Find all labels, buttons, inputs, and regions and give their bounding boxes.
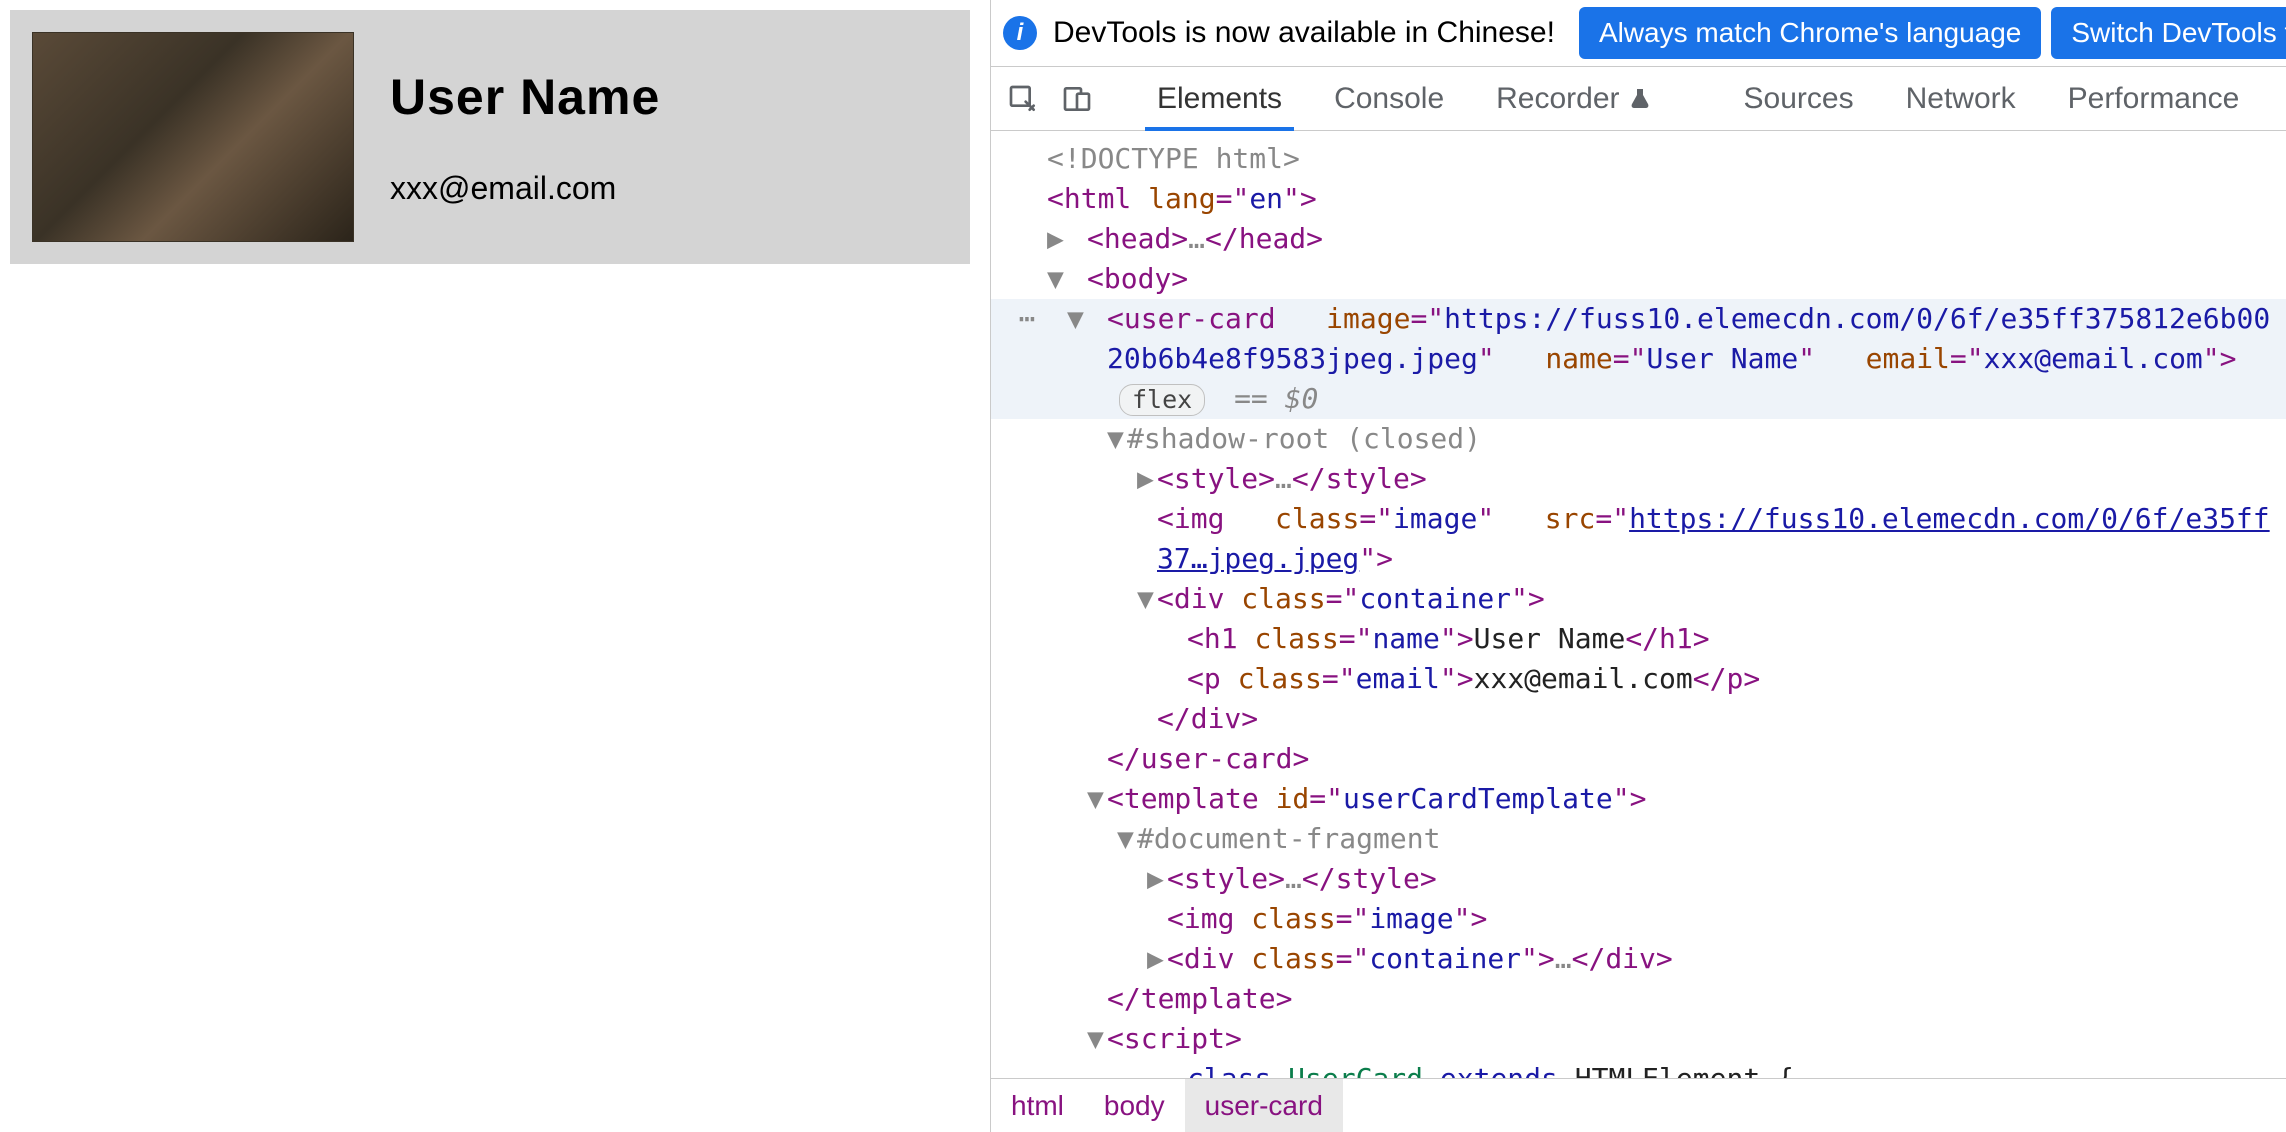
dom-line-p[interactable]: <p class="email">xxx@email.com</p> <box>991 659 2286 699</box>
user-email: xxx@email.com <box>390 170 660 207</box>
dom-line-html-open[interactable]: <html lang="en"> <box>991 179 2286 219</box>
info-icon: i <box>1003 16 1037 50</box>
dom-breadcrumbs: html body user-card <box>991 1078 2286 1132</box>
tab-recorder-label: Recorder <box>1496 82 1619 116</box>
tab-console[interactable]: Console <box>1308 67 1470 130</box>
dom-line-body-open[interactable]: ▼ <body> <box>991 259 2286 299</box>
dom-line-style[interactable]: ▶ <style>…</style> <box>991 459 2286 499</box>
dom-line-script-open[interactable]: ▼ <script> <box>991 1019 2286 1059</box>
dom-line-user-card-close[interactable]: </user-card> <box>991 739 2286 779</box>
user-avatar-image <box>32 32 354 242</box>
dom-line-container-close[interactable]: </div> <box>991 699 2286 739</box>
dom-tree[interactable]: <!DOCTYPE html> <html lang="en"> ▶ <head… <box>991 131 2286 1078</box>
tab-recorder[interactable]: Recorder <box>1470 67 1677 130</box>
dom-line-img[interactable]: <img class="image" src="https://fuss10.e… <box>991 499 2286 579</box>
devtools-infobar: i DevTools is now available in Chinese! … <box>991 0 2286 67</box>
dom-line-head[interactable]: ▶ <head>…</head> <box>991 219 2286 259</box>
always-match-language-button[interactable]: Always match Chrome's language <box>1579 7 2041 59</box>
dom-line-user-card[interactable]: ⋯▼ <user-card image="https://fuss10.elem… <box>991 299 2286 419</box>
dom-line-js-1[interactable]: class UserCard extends HTMLElement { <box>991 1059 2286 1078</box>
tab-network[interactable]: Network <box>1880 67 2042 130</box>
dom-line-doctype[interactable]: <!DOCTYPE html> <box>991 139 2286 179</box>
infobar-message: DevTools is now available in Chinese! <box>1053 16 1555 50</box>
tab-sources[interactable]: Sources <box>1718 67 1880 130</box>
device-toolbar-icon[interactable] <box>1061 79 1093 119</box>
dom-line-template-img[interactable]: <img class="image"> <box>991 899 2286 939</box>
dom-line-shadow-root[interactable]: ▼ #shadow-root (closed) <box>991 419 2286 459</box>
devtools-panel: i DevTools is now available in Chinese! … <box>990 0 2286 1132</box>
user-card: User Name xxx@email.com <box>10 10 970 264</box>
user-name: User Name <box>390 68 660 126</box>
dom-line-template-open[interactable]: ▼ <template id="userCardTemplate"> <box>991 779 2286 819</box>
flex-badge[interactable]: flex <box>1119 384 1205 416</box>
dom-line-template-style[interactable]: ▶ <style>…</style> <box>991 859 2286 899</box>
user-card-text: User Name xxx@email.com <box>390 68 660 207</box>
switch-devtools-language-button[interactable]: Switch DevTools to Chinese <box>2051 7 2286 59</box>
dom-line-h1[interactable]: <h1 class="name">User Name</h1> <box>991 619 2286 659</box>
tab-performance[interactable]: Performance <box>2042 67 2266 130</box>
crumb-body[interactable]: body <box>1084 1079 1185 1132</box>
tab-elements[interactable]: Elements <box>1131 67 1308 130</box>
dom-line-container-open[interactable]: ▼ <div class="container"> <box>991 579 2286 619</box>
crumb-user-card[interactable]: user-card <box>1185 1079 1343 1132</box>
dom-line-doc-fragment[interactable]: ▼ #document-fragment <box>991 819 2286 859</box>
beaker-icon <box>1628 87 1652 111</box>
crumb-html[interactable]: html <box>991 1079 1084 1132</box>
tab-lighthouse[interactable]: Lighthouse <box>2265 67 2286 130</box>
devtools-tabbar: Elements Console Recorder Sources Networ… <box>991 67 2286 131</box>
page-viewport: User Name xxx@email.com <box>0 0 990 1132</box>
inspect-element-icon[interactable] <box>1007 79 1039 119</box>
dom-line-template-div[interactable]: ▶ <div class="container">…</div> <box>991 939 2286 979</box>
dom-line-template-close[interactable]: </template> <box>991 979 2286 1019</box>
